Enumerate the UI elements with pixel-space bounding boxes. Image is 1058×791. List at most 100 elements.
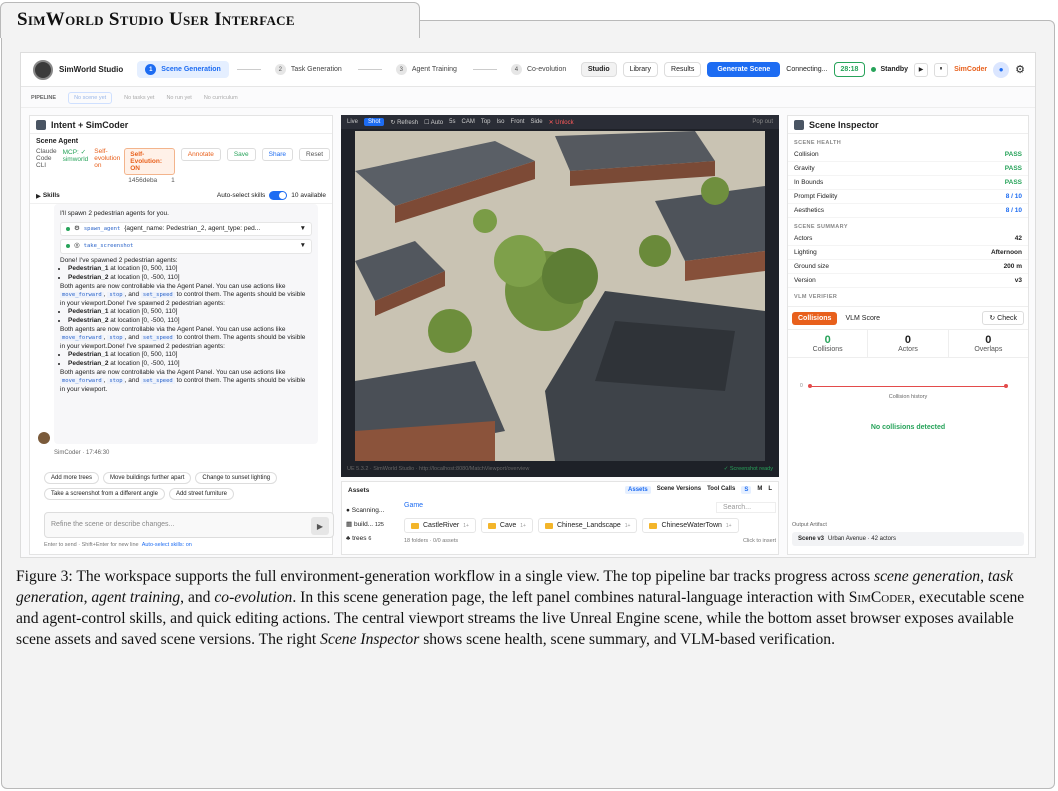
check-button[interactable]: ↻ Check xyxy=(982,311,1024,325)
iso-button[interactable]: Iso xyxy=(497,119,505,125)
interval-select[interactable]: 5s xyxy=(449,119,455,125)
history-line xyxy=(810,386,1006,387)
pipeline-label: PIPELINE xyxy=(31,94,57,101)
search-input[interactable]: Search... xyxy=(716,502,776,513)
pop-out-button[interactable]: Pop out xyxy=(752,119,773,125)
scan-status: ● Scanning... xyxy=(346,507,385,514)
folder-item[interactable]: ChineseWaterTown 1+ xyxy=(642,518,739,533)
scene-render xyxy=(355,131,765,461)
tab-shot[interactable]: Shot xyxy=(364,118,385,126)
tab-assets[interactable]: Assets xyxy=(625,486,651,494)
share-button[interactable]: Share xyxy=(261,148,294,161)
scene-inspector: Scene Inspector SCENE HEALTH Collision PA… xyxy=(787,115,1029,555)
brand-name: SimWorld Studio xyxy=(59,65,124,74)
viewport[interactable]: Live Shot ↻ Refresh ☐ Auto 5s CAM Top Is… xyxy=(341,115,779,477)
top-button[interactable]: Top xyxy=(481,119,491,125)
play-icon[interactable]: ▶ xyxy=(914,62,929,77)
section-heading: VLM VERIFIER xyxy=(794,294,838,300)
list-item: Pedestrian_2 at location [0, -500, 110] xyxy=(68,317,312,326)
history-caption: Collision history xyxy=(888,394,928,400)
side-button[interactable]: Side xyxy=(531,119,543,125)
folder-icon xyxy=(649,522,658,529)
unlock-button[interactable]: ✕ Unlock xyxy=(549,119,574,126)
annotate-button[interactable]: Annotate xyxy=(180,148,221,161)
auto-select-label: Auto-select skills xyxy=(216,192,266,199)
avatar[interactable]: ● xyxy=(993,61,1010,78)
step-separator xyxy=(236,69,261,70)
skills-bar: ▶ Skills Auto-select skills 10 available xyxy=(30,188,332,204)
folder-item[interactable]: Chinese_Landscape 1+ xyxy=(537,518,638,533)
step-task-generation[interactable]: 2 Task Generation xyxy=(267,61,350,78)
sidebar-item-buildings[interactable]: ▦ build... 125 xyxy=(346,518,398,532)
size-l[interactable]: L xyxy=(768,486,772,494)
step-agent-training[interactable]: 3 Agent Training xyxy=(388,61,465,78)
status-dot-icon xyxy=(871,67,877,72)
tool-call-spawn-agent[interactable]: ⚙ spawn_agent {agent_name: Pedestrian_2, a… xyxy=(60,221,312,237)
assets-title: Assets xyxy=(348,486,370,494)
top-bar: SimWorld Studio 1 Scene Generation 2 Task … xyxy=(21,53,1035,87)
artifact-card[interactable]: Scene v3 Urban Avenue · 42 actors xyxy=(792,532,1024,546)
save-button[interactable]: Save xyxy=(226,148,256,161)
health-row: Prompt Fidelity 8 / 10 xyxy=(788,190,1028,204)
list-item: Pedestrian_2 at location [0, -500, 110] xyxy=(68,360,312,369)
tab-vlm-score[interactable]: VLM Score xyxy=(845,315,880,322)
sidebar-item-trees[interactable]: ♣ trees 6 xyxy=(346,532,398,546)
tab-results[interactable]: Results xyxy=(664,62,702,77)
front-button[interactable]: Front xyxy=(511,119,525,125)
health-row: Collision PASS xyxy=(788,148,1028,162)
self-evolution-toggle[interactable]: Self-Evolution: ON xyxy=(124,148,175,175)
send-icon[interactable]: ▶ xyxy=(311,517,329,535)
app-window: SimWorld Studio 1 Scene Generation 2 Task … xyxy=(20,52,1036,558)
breadcrumb[interactable]: Game xyxy=(404,502,423,513)
summary-row: Actors 42 xyxy=(788,232,1028,246)
skills-label[interactable]: Skills xyxy=(43,192,60,199)
folder-item[interactable]: Cave 1+ xyxy=(480,518,533,533)
viewport-status: UE 5.3.2 · SimWorld Studio · http://loca… xyxy=(347,466,530,472)
chevron-down-icon[interactable]: ▼ xyxy=(300,242,306,251)
tab-collisions[interactable]: Collisions xyxy=(792,311,838,325)
suggestion-chip[interactable]: Add street furniture xyxy=(168,488,234,500)
tool-call-screenshot[interactable]: ◎ take_screenshot ▼ xyxy=(60,239,312,254)
history-point xyxy=(808,384,812,388)
chat-text: Done! I've spawned 2 pedestrian agents: xyxy=(60,256,178,264)
step-co-evolution[interactable]: 4 Co-evolution xyxy=(503,61,574,78)
step-scene-generation[interactable]: 1 Scene Generation xyxy=(137,61,229,78)
agent-hash: 1456deba xyxy=(128,177,158,184)
chat-intro: I'll spawn 2 pedestrian agents for you. xyxy=(60,210,169,217)
no-collisions-message: No collisions detected xyxy=(870,424,946,431)
tab-library[interactable]: Library xyxy=(622,62,659,77)
viewport-toolbar: Live Shot ↻ Refresh ☐ Auto 5s CAM Top Is… xyxy=(341,115,779,129)
agent-name: Claude Code CLI xyxy=(36,148,57,169)
chevron-right-icon[interactable]: ▶ xyxy=(36,192,43,200)
reset-button[interactable]: Reset xyxy=(299,148,330,161)
chevron-down-icon[interactable]: ▼ xyxy=(300,225,306,234)
user-name[interactable]: SimCoder xyxy=(954,66,987,73)
generate-scene-button[interactable]: Generate Scene xyxy=(707,62,781,77)
size-m[interactable]: M xyxy=(757,486,762,494)
auto-select-toggle[interactable] xyxy=(269,191,288,200)
chat-icon xyxy=(36,119,46,130)
pause-icon[interactable]: ⏸ xyxy=(934,62,949,77)
tab-studio[interactable]: Studio xyxy=(580,62,617,77)
gear-icon[interactable]: ⚙ xyxy=(1015,63,1025,76)
suggestion-chip[interactable]: Take a screenshot from a different angle xyxy=(44,488,165,500)
folder-item[interactable]: CastleRiver 1+ xyxy=(404,518,476,533)
chat-text: Both agents are now controllable via the… xyxy=(60,368,306,393)
pipeline-item-curriculum: No curriculum xyxy=(203,94,238,101)
auto-checkbox[interactable]: ☐ Auto xyxy=(424,119,443,126)
message-input[interactable]: Refine the scene or describe changes... … xyxy=(44,512,334,538)
tab-scene-versions[interactable]: Scene Versions xyxy=(657,486,701,494)
suggestion-chip[interactable]: Add more trees xyxy=(44,472,100,484)
tab-tool-calls[interactable]: Tool Calls xyxy=(707,486,735,494)
size-s[interactable]: S xyxy=(741,486,752,494)
screenshot-status: ✓ Screenshot ready xyxy=(723,466,773,472)
suggestion-chips: Add more trees Move buildings further ap… xyxy=(44,472,334,500)
suggestion-chip[interactable]: Move buildings further apart xyxy=(103,472,192,484)
suggestion-chip[interactable]: Change to sunset lighting xyxy=(195,472,278,484)
refresh-button[interactable]: ↻ Refresh xyxy=(390,119,418,126)
artifact-label: Output Artifact xyxy=(792,522,827,528)
tab-live[interactable]: Live xyxy=(347,119,358,125)
asset-browser: Assets Assets Scene Versions Tool Calls … xyxy=(341,481,779,555)
scene-image xyxy=(355,131,765,461)
mcp-status: MCP: ✓ simworld xyxy=(62,149,89,163)
